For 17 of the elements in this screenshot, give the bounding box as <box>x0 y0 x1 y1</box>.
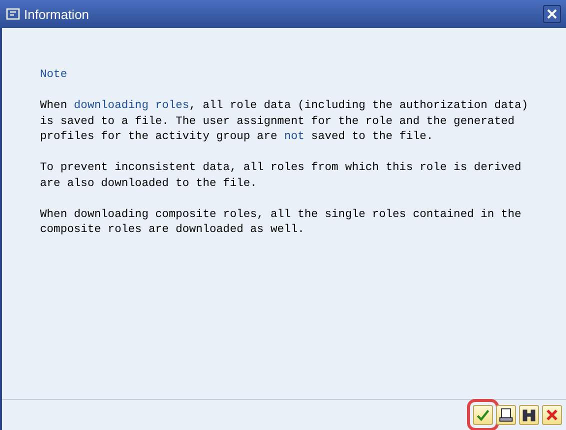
paragraph: To prevent inconsistent data, all roles from which this role is derived are also downloaded to the file. <box>40 161 522 192</box>
paragraph: When downloading roles, all role data (including the authorization data) is saved to a file. The user assignment for the role and the generated profiles for the activity group are not saved to the file. <box>40 99 530 145</box>
close-icon <box>547 9 557 19</box>
link[interactable]: downloading roles <box>74 100 190 112</box>
window-icon <box>6 8 20 20</box>
window-title: Information <box>24 6 90 22</box>
document-icon <box>498 407 514 423</box>
cancel-icon <box>544 407 560 423</box>
note-heading: Note <box>40 68 68 83</box>
binoculars-icon <box>521 407 537 423</box>
link[interactable]: not <box>284 131 304 143</box>
binoculars-button[interactable] <box>519 405 539 425</box>
paragraph: When downloading composite roles, all the single roles contained in the composite roles are downloaded as well. <box>40 208 522 238</box>
document-button[interactable] <box>496 405 516 425</box>
checkmark-icon <box>475 407 491 423</box>
cancel-button[interactable] <box>542 405 562 425</box>
close-button[interactable] <box>543 5 561 23</box>
